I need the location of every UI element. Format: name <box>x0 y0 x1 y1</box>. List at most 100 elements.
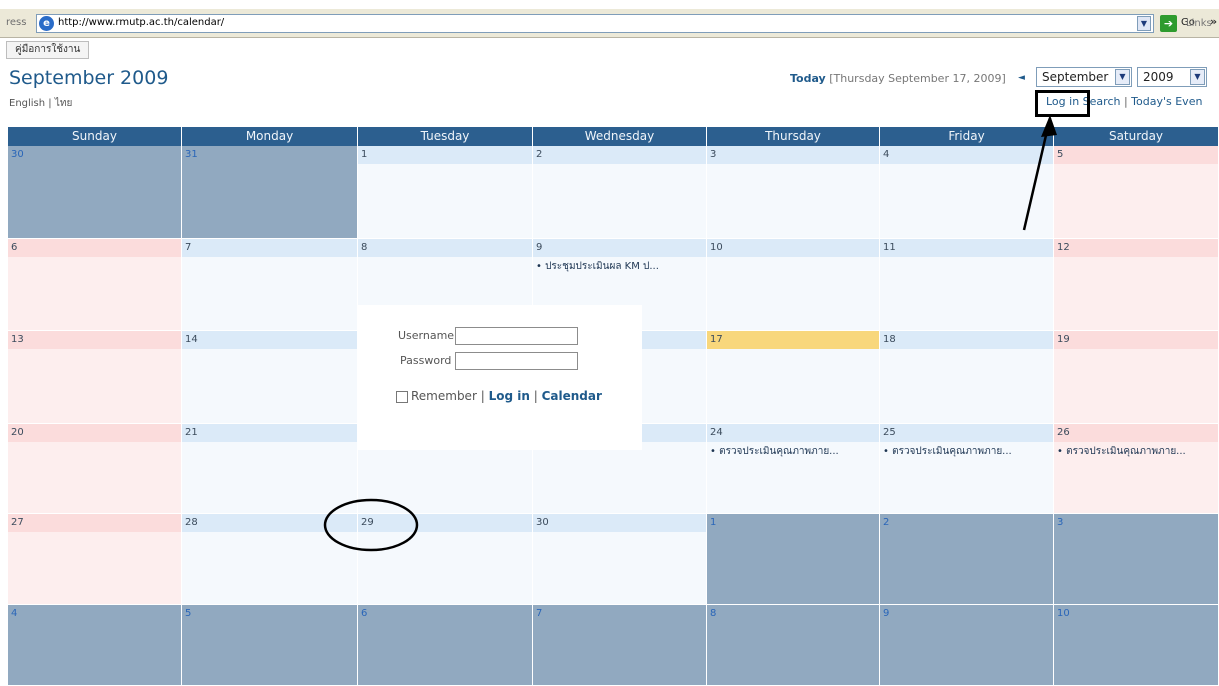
event-link[interactable]: • ประชุมประเมินผล KM ป... <box>536 259 702 274</box>
day-number[interactable]: 17 <box>707 331 879 349</box>
day-cell[interactable]: 5 <box>1054 146 1219 239</box>
day-number[interactable]: 9 <box>533 239 706 257</box>
event-link[interactable]: • ตรวจประเมินคุณภาพภาย... <box>710 444 875 459</box>
popup-calendar-link[interactable]: Calendar <box>542 389 602 403</box>
day-cell[interactable]: 19 <box>1054 331 1219 424</box>
arrow-right-icon: ➔ <box>1160 15 1177 32</box>
day-cell[interactable]: 9 <box>880 605 1054 686</box>
day-number[interactable]: 12 <box>1054 239 1218 257</box>
day-cell[interactable]: 5 <box>182 605 358 686</box>
day-number[interactable]: 14 <box>182 331 357 349</box>
day-number[interactable]: 30 <box>8 146 181 164</box>
day-cell[interactable]: 4 <box>880 146 1054 239</box>
day-number[interactable]: 7 <box>533 605 706 623</box>
day-number[interactable]: 4 <box>8 605 181 623</box>
user-manual-button[interactable]: คู่มือการใช้งาน <box>6 41 90 59</box>
day-number[interactable]: 18 <box>880 331 1053 349</box>
day-cell[interactable]: 1 <box>358 146 533 239</box>
day-cell[interactable]: 1 <box>707 514 880 605</box>
links-label[interactable]: Links <box>1186 18 1212 29</box>
day-cell[interactable]: 25 • ตรวจประเมินคุณภาพภาย... <box>880 424 1054 514</box>
password-input[interactable] <box>455 352 578 370</box>
day-cell[interactable]: 7 <box>182 239 358 331</box>
day-number[interactable]: 1 <box>707 514 879 532</box>
address-url[interactable]: http://www.rmutp.ac.th/calendar/ <box>58 17 224 28</box>
day-number[interactable]: 27 <box>8 514 181 532</box>
chevron-down-icon[interactable]: ▼ <box>1137 16 1151 31</box>
day-cell[interactable]: 2 <box>880 514 1054 605</box>
event-link[interactable]: • ตรวจประเมินคุณภาพภาย... <box>1057 444 1214 459</box>
day-number[interactable]: 2 <box>880 514 1053 532</box>
day-number[interactable]: 2 <box>533 146 706 164</box>
day-number[interactable]: 11 <box>880 239 1053 257</box>
day-number[interactable]: 30 <box>533 514 706 532</box>
day-number[interactable]: 6 <box>8 239 181 257</box>
day-number[interactable]: 24 <box>707 424 879 442</box>
lang-english-link[interactable]: English <box>9 98 45 109</box>
address-input[interactable]: e http://www.rmutp.ac.th/calendar/ ▼ <box>36 14 1154 33</box>
todays-events-link[interactable]: Today's Even <box>1131 95 1202 108</box>
remember-label[interactable]: Remember <box>411 389 477 403</box>
day-number[interactable]: 25 <box>880 424 1053 442</box>
day-cell[interactable]: 13 <box>8 331 182 424</box>
day-number[interactable]: 28 <box>182 514 357 532</box>
day-number[interactable]: 9 <box>880 605 1053 623</box>
day-cell[interactable]: 10 <box>707 239 880 331</box>
day-number[interactable]: 3 <box>707 146 879 164</box>
day-cell[interactable]: 30 <box>533 514 707 605</box>
day-cell[interactable]: 18 <box>880 331 1054 424</box>
day-number[interactable]: 8 <box>358 239 532 257</box>
popup-login-link[interactable]: Log in <box>489 389 530 403</box>
day-cell[interactable]: 4 <box>8 605 182 686</box>
day-cell[interactable]: 2 <box>533 146 707 239</box>
day-cell[interactable]: 12 <box>1054 239 1219 331</box>
weekday-header: Sunday Monday Tuesday Wednesday Thursday Frid… <box>8 127 1219 146</box>
day-cell[interactable]: 6 <box>358 605 533 686</box>
day-number[interactable]: 19 <box>1054 331 1218 349</box>
day-cell[interactable]: 28 <box>182 514 358 605</box>
day-cell[interactable]: 26 • ตรวจประเมินคุณภาพภาย... <box>1054 424 1219 514</box>
chevron-right-icon[interactable]: » <box>1210 15 1217 28</box>
day-number[interactable]: 21 <box>182 424 357 442</box>
day-number[interactable]: 13 <box>8 331 181 349</box>
day-cell[interactable]: 17 <box>707 331 880 424</box>
day-cell[interactable]: 7 <box>533 605 707 686</box>
day-cell[interactable]: 14 <box>182 331 358 424</box>
day-cell[interactable]: 29 <box>358 514 533 605</box>
day-cell[interactable]: 31 <box>182 146 358 239</box>
prev-month-arrow-icon[interactable]: ◄ <box>1018 73 1025 83</box>
username-input[interactable] <box>455 327 578 345</box>
day-number[interactable]: 20 <box>8 424 181 442</box>
day-cell[interactable]: 6 <box>8 239 182 331</box>
day-cell[interactable]: 21 <box>182 424 358 514</box>
day-cell[interactable]: 24 • ตรวจประเมินคุณภาพภาย... <box>707 424 880 514</box>
lang-thai-link[interactable]: ไทย <box>55 98 72 109</box>
day-number[interactable]: 6 <box>358 605 532 623</box>
today-link[interactable]: Today <box>790 72 826 85</box>
day-number[interactable]: 4 <box>880 146 1053 164</box>
weekday-monday: Monday <box>182 127 358 146</box>
year-select[interactable]: 2009 ▼ <box>1137 67 1207 87</box>
day-number[interactable]: 5 <box>182 605 357 623</box>
day-number[interactable]: 26 <box>1054 424 1218 442</box>
day-cell[interactable]: 3 <box>707 146 880 239</box>
day-cell[interactable]: 20 <box>8 424 182 514</box>
day-number[interactable]: 3 <box>1054 514 1218 532</box>
day-cell[interactable]: 3 <box>1054 514 1219 605</box>
day-number[interactable]: 29 <box>358 514 532 532</box>
day-number[interactable]: 1 <box>358 146 532 164</box>
day-number[interactable]: 8 <box>707 605 879 623</box>
remember-checkbox[interactable] <box>396 391 408 403</box>
day-cell[interactable]: 30 <box>8 146 182 239</box>
day-cell[interactable]: 10 <box>1054 605 1219 686</box>
month-select[interactable]: September ▼ <box>1036 67 1132 87</box>
day-cell[interactable]: 8 <box>707 605 880 686</box>
event-link[interactable]: • ตรวจประเมินคุณภาพภาย... <box>883 444 1049 459</box>
day-number[interactable]: 31 <box>182 146 357 164</box>
day-cell[interactable]: 27 <box>8 514 182 605</box>
day-number[interactable]: 5 <box>1054 146 1218 164</box>
day-cell[interactable]: 11 <box>880 239 1054 331</box>
day-number[interactable]: 10 <box>1054 605 1218 623</box>
day-number[interactable]: 10 <box>707 239 879 257</box>
day-number[interactable]: 7 <box>182 239 357 257</box>
